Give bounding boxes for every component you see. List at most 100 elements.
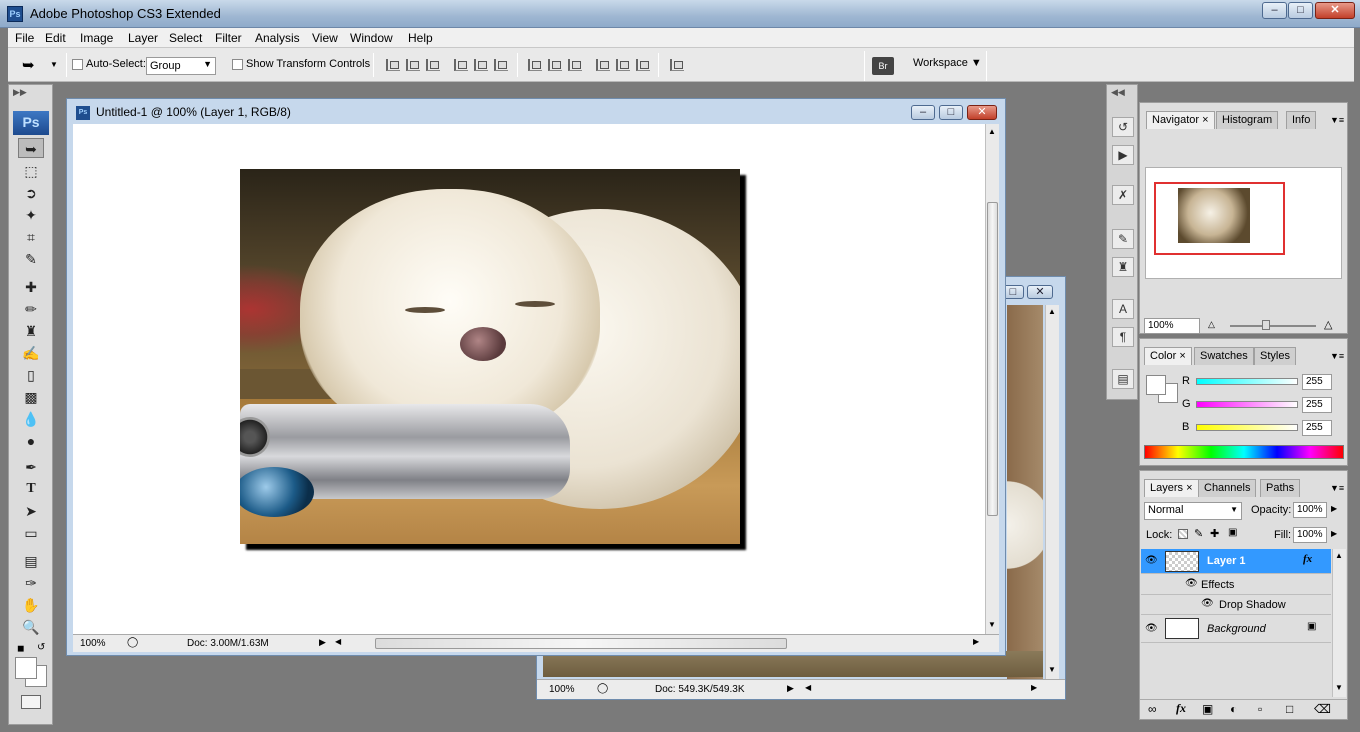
swap-colors-icon[interactable]: ↺ (37, 642, 45, 653)
lock-transparency-icon[interactable] (1178, 529, 1188, 539)
vertical-scrollbar[interactable]: ▲ ▼ (985, 124, 999, 634)
history-panel-icon[interactable]: ↺ (1112, 117, 1134, 137)
green-slider[interactable] (1196, 401, 1298, 408)
magic-wand-tool-icon[interactable]: ✦ (18, 205, 44, 225)
add-style-icon[interactable]: fx (1176, 701, 1186, 716)
distribute-hcenter-icon[interactable] (616, 59, 630, 71)
distribute-left-icon[interactable] (596, 59, 610, 71)
gradient-tool-icon[interactable]: ▩ (18, 387, 44, 407)
lock-position-icon[interactable]: ✚ (1210, 527, 1219, 540)
status-arrow-icon[interactable]: ▶ (319, 637, 326, 648)
menu-help[interactable]: Help (408, 31, 433, 45)
collapse-icon[interactable]: ▶▶ (13, 87, 27, 98)
horizontal-scroll-thumb[interactable] (375, 638, 787, 649)
tab-navigator[interactable]: Navigator × (1146, 111, 1215, 129)
auto-select-dropdown[interactable]: Group ▼ (146, 57, 216, 75)
distribute-vcenter-icon[interactable] (548, 59, 562, 71)
layers-scrollbar[interactable]: ▲ ▼ (1332, 549, 1346, 697)
distribute-right-icon[interactable] (636, 59, 650, 71)
eye-icon[interactable]: 👁 (1145, 555, 1158, 566)
green-value[interactable]: 255 (1302, 397, 1332, 413)
layer-row-layer-1[interactable]: 👁 Layer 1 fx (1141, 549, 1331, 574)
path-selection-tool-icon[interactable]: ➤ (18, 501, 44, 521)
eyedropper-tool-icon[interactable]: ✑ (18, 573, 44, 593)
tab-channels[interactable]: Channels (1198, 479, 1257, 497)
status-menu-icon[interactable]: ◯ (127, 637, 138, 648)
menu-select[interactable]: Select (169, 31, 202, 45)
scroll-left-icon[interactable]: ◀ (335, 637, 341, 646)
opacity-field[interactable]: 100% (1293, 502, 1327, 518)
distribute-top-icon[interactable] (528, 59, 542, 71)
tab-info[interactable]: Info (1286, 111, 1317, 129)
crop-tool-icon[interactable]: ⌗ (18, 227, 44, 247)
healing-brush-tool-icon[interactable]: ✚ (18, 277, 44, 297)
show-transform-checkbox[interactable] (232, 59, 243, 70)
lock-all-icon[interactable]: ▣ (1228, 527, 1237, 538)
scroll-right-icon[interactable]: ▶ (1031, 683, 1037, 692)
pen-tool-icon[interactable]: ✒ (18, 457, 44, 477)
tab-layers[interactable]: Layers × (1144, 479, 1199, 497)
eraser-tool-icon[interactable]: ▯ (18, 365, 44, 385)
opacity-arrow-icon[interactable]: ▶ (1331, 504, 1337, 513)
new-group-icon[interactable]: ▫ (1258, 702, 1262, 716)
zoom-tool-icon[interactable]: 🔍 (18, 617, 44, 637)
panel-menu-icon[interactable]: ▼≡ (1330, 483, 1344, 493)
marquee-tool-icon[interactable]: ⬚ (18, 161, 44, 181)
character-panel-icon[interactable]: A (1112, 299, 1134, 319)
menu-image[interactable]: Image (80, 31, 113, 45)
zoom-in-icon[interactable]: △ (1324, 318, 1332, 331)
slice-tool-icon[interactable]: ✎ (18, 249, 44, 269)
delete-layer-icon[interactable]: ⌫ (1314, 702, 1331, 716)
layer-effects-row[interactable]: 👁 Effects (1141, 575, 1331, 595)
puppy-photo[interactable] (240, 169, 740, 544)
move-tool-icon[interactable]: ➥ (18, 138, 44, 158)
align-hcenter-icon[interactable] (474, 59, 488, 71)
blur-tool-icon[interactable]: 💧 (18, 409, 44, 429)
fill-field[interactable]: 100% (1293, 527, 1327, 543)
auto-select-checkbox[interactable] (72, 59, 83, 70)
layer-comps-icon[interactable]: ▤ (1112, 369, 1134, 389)
vertical-scrollbar[interactable]: ▲ ▼ (1045, 305, 1059, 679)
eye-icon[interactable]: 👁 (1185, 578, 1198, 589)
zoom-slider-thumb[interactable] (1262, 320, 1270, 330)
maximize-button[interactable]: □ (1288, 2, 1313, 19)
tab-styles[interactable]: Styles (1254, 347, 1296, 365)
doc-close-button[interactable]: ✕ (967, 105, 997, 120)
brush-tool-icon[interactable]: ✏ (18, 299, 44, 319)
scroll-down-icon[interactable]: ▼ (1048, 665, 1056, 674)
doc-close-button[interactable]: ✕ (1027, 285, 1053, 299)
fill-arrow-icon[interactable]: ▶ (1331, 529, 1337, 538)
lasso-tool-icon[interactable]: ➲ (18, 183, 44, 203)
notes-tool-icon[interactable]: ▤ (18, 551, 44, 571)
panel-menu-icon[interactable]: ▼≡ (1330, 351, 1344, 361)
zoom-level[interactable]: 100% (80, 638, 106, 649)
menu-layer[interactable]: Layer (128, 31, 158, 45)
navigator-view-box[interactable] (1154, 182, 1285, 255)
eye-icon[interactable]: 👁 (1145, 623, 1158, 634)
zoom-slider-track[interactable] (1230, 325, 1316, 327)
quick-mask-icon[interactable] (21, 695, 41, 709)
menu-analysis[interactable]: Analysis (255, 31, 300, 45)
brushes-panel-icon[interactable]: ✎ (1112, 229, 1134, 249)
layer-name[interactable]: Layer 1 (1207, 555, 1246, 567)
photoshop-logo[interactable]: Ps (13, 111, 49, 135)
menu-filter[interactable]: Filter (215, 31, 242, 45)
red-slider[interactable] (1196, 378, 1298, 385)
bridge-icon[interactable]: Br (872, 57, 894, 75)
actions-panel-icon[interactable]: ▶ (1112, 145, 1134, 165)
doc-maximize-button[interactable]: □ (939, 105, 963, 120)
scroll-down-icon[interactable]: ▼ (1335, 683, 1343, 692)
tab-swatches[interactable]: Swatches (1194, 347, 1254, 365)
new-layer-icon[interactable]: □ (1286, 702, 1293, 716)
menu-file[interactable]: File (15, 31, 34, 45)
align-bottom-icon[interactable] (426, 59, 440, 71)
red-value[interactable]: 255 (1302, 374, 1332, 390)
scroll-right-icon[interactable]: ▶ (973, 637, 979, 646)
minimize-button[interactable]: – (1262, 2, 1287, 19)
layer-row-background[interactable]: 👁 Background ▣ (1141, 615, 1331, 643)
close-button[interactable]: ✕ (1315, 2, 1355, 19)
status-menu-icon[interactable]: ◯ (597, 683, 608, 694)
layer-drop-shadow-row[interactable]: 👁 Drop Shadow (1141, 595, 1331, 615)
tool-presets-icon[interactable]: ✗ (1112, 185, 1134, 205)
shape-tool-icon[interactable]: ▭ (18, 523, 44, 543)
